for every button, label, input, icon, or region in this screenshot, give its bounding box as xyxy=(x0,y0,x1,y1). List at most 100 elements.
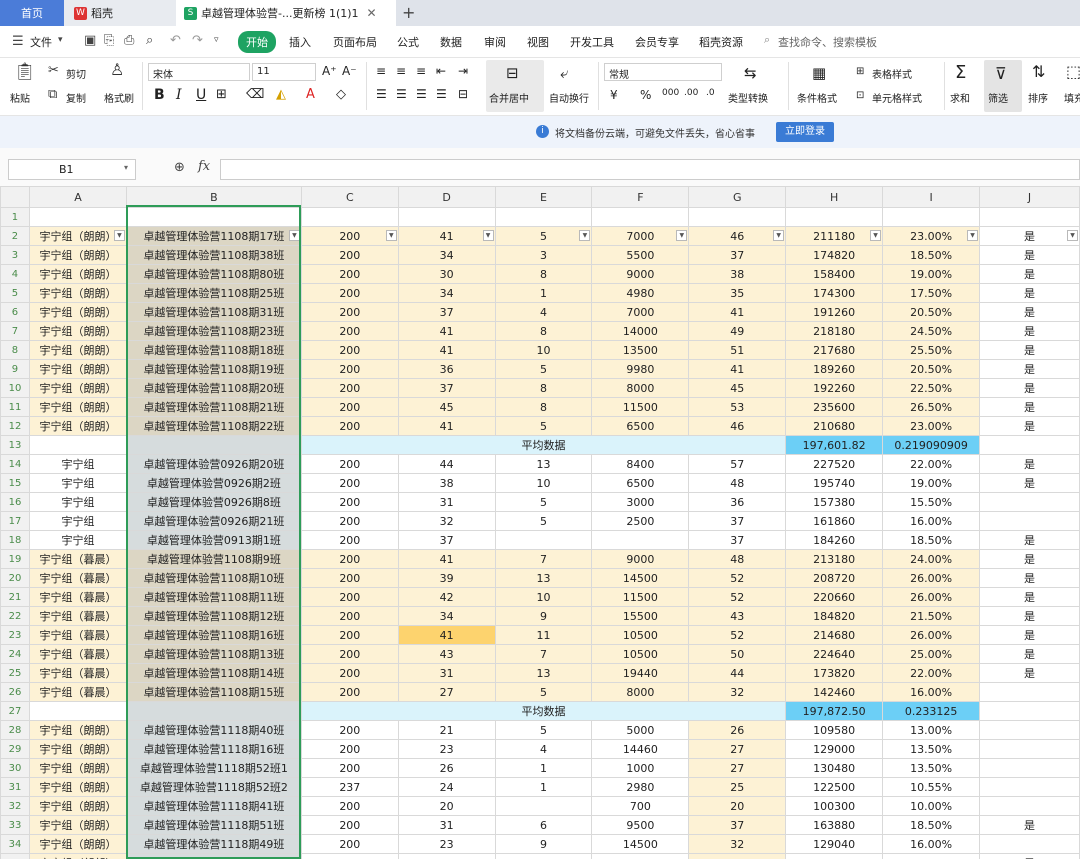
cell-H8[interactable]: 217680 xyxy=(785,340,884,360)
hamburger-menu-icon[interactable]: ☰ xyxy=(12,34,24,49)
cell-C20[interactable]: 200 xyxy=(300,568,399,588)
formula-input[interactable] xyxy=(220,159,1080,180)
distributed-icon[interactable]: ⊟ xyxy=(458,87,468,101)
cell-I4[interactable]: 19.00% xyxy=(882,264,981,284)
cell-A28[interactable]: 宇宁组（朗朗） xyxy=(28,720,127,740)
row-header[interactable]: 34 xyxy=(0,834,30,854)
cell-F24[interactable]: 10500 xyxy=(591,644,690,664)
paste-button[interactable]: 粘贴 xyxy=(10,90,30,105)
cell-I18[interactable]: 18.50% xyxy=(882,530,981,550)
menu-data[interactable]: 数据 xyxy=(440,34,462,50)
row-header[interactable]: 4 xyxy=(0,264,30,284)
increase-decimal-icon[interactable]: .00 xyxy=(684,88,698,98)
cell-A12[interactable]: 宇宁组（朗朗） xyxy=(28,416,127,436)
filter-dropdown-icon[interactable]: ▼ xyxy=(113,230,125,241)
cell-H19[interactable]: 213180 xyxy=(785,549,884,569)
row-header[interactable]: 28 xyxy=(0,720,30,740)
filter-dropdown-icon[interactable]: ▼ xyxy=(1067,230,1078,241)
cell-C29[interactable]: 200 xyxy=(300,739,399,759)
cell-F28[interactable]: 5000 xyxy=(591,720,690,740)
cell-B15[interactable]: 卓越管理体验营0926期2班 xyxy=(125,473,302,493)
cell-E3[interactable]: 3 xyxy=(494,245,593,265)
cell-F21[interactable]: 11500 xyxy=(591,587,690,607)
cell-H20[interactable]: 208720 xyxy=(785,568,884,588)
cell-D10[interactable]: 37 xyxy=(397,378,496,398)
copy-icon[interactable]: ⧉ xyxy=(48,88,57,101)
cell-J33[interactable]: 是 xyxy=(979,815,1080,835)
row-header[interactable]: 19 xyxy=(0,549,30,569)
cell-J35[interactable]: 是 xyxy=(979,853,1080,859)
cell-C17[interactable]: 200 xyxy=(300,511,399,531)
row-header[interactable]: 16 xyxy=(0,492,30,512)
cell-A29[interactable]: 宇宁组（朗朗） xyxy=(28,739,127,759)
cell-B33[interactable]: 卓越管理体验营1118期51班 xyxy=(125,815,302,835)
column-header-B[interactable]: B xyxy=(125,186,302,208)
cell-D35[interactable]: 25 xyxy=(397,853,496,859)
export-icon[interactable]: ⎘ xyxy=(104,33,114,48)
cell-H16[interactable]: 157380 xyxy=(785,492,884,512)
cell-F9[interactable]: 9980 xyxy=(591,359,690,379)
cell-G19[interactable]: 48 xyxy=(688,549,787,569)
cell-G28[interactable]: 26 xyxy=(688,720,787,740)
cell-E16[interactable]: 5 xyxy=(494,492,593,512)
cell-C16[interactable]: 200 xyxy=(300,492,399,512)
scissors-icon[interactable]: ✂ xyxy=(48,64,59,77)
cell-A18[interactable]: 宇宁组 xyxy=(28,530,127,550)
cell-A8[interactable]: 宇宁组（朗朗） xyxy=(28,340,127,360)
cell-B31[interactable]: 卓越管理体验营1118期52班2 xyxy=(125,777,302,797)
indent-increase-icon[interactable]: ⇥ xyxy=(458,64,468,78)
cell-I29[interactable]: 13.50% xyxy=(882,739,981,759)
close-icon[interactable]: ✕ xyxy=(367,6,377,20)
cell-H32[interactable]: 100300 xyxy=(785,796,884,816)
column-header-E[interactable]: E xyxy=(494,186,593,208)
cell-G33[interactable]: 37 xyxy=(688,815,787,835)
cell-F2[interactable]: 7000 ▼ xyxy=(591,226,690,246)
cell-J22[interactable]: 是 xyxy=(979,606,1080,626)
cell-H3[interactable]: 174820 xyxy=(785,245,884,265)
cell-C30[interactable]: 200 xyxy=(300,758,399,778)
cell-J19[interactable]: 是 xyxy=(979,549,1080,569)
number-format-select[interactable]: 常规 xyxy=(604,63,722,81)
cell-E14[interactable]: 13 xyxy=(494,454,593,474)
cell-B26[interactable]: 卓越管理体验营1108期15班 xyxy=(125,682,302,702)
new-tab-button[interactable]: + xyxy=(402,3,415,22)
format-painter-icon[interactable]: ♙ xyxy=(110,62,124,78)
row-header[interactable]: 11 xyxy=(0,397,30,417)
average-rate-cell[interactable]: 0.233125 xyxy=(882,701,981,721)
cell-F14[interactable]: 8400 xyxy=(591,454,690,474)
cell-D3[interactable]: 34 xyxy=(397,245,496,265)
cell-H6[interactable]: 191260 xyxy=(785,302,884,322)
cell-I10[interactable]: 22.50% xyxy=(882,378,981,398)
cell-G30[interactable]: 27 xyxy=(688,758,787,778)
cell-G17[interactable]: 37 xyxy=(688,511,787,531)
cell-F34[interactable]: 14500 xyxy=(591,834,690,854)
cell-B28[interactable]: 卓越管理体验营1118期40班 xyxy=(125,720,302,740)
cell-I35[interactable]: 20.50% xyxy=(882,853,981,859)
cell-E21[interactable]: 10 xyxy=(494,587,593,607)
filter-dropdown-icon[interactable]: ▼ xyxy=(773,230,785,241)
cell-J6[interactable]: 是 xyxy=(979,302,1080,322)
cell-I34[interactable]: 16.00% xyxy=(882,834,981,854)
cell-B17[interactable]: 卓越管理体验营0926期21班 xyxy=(125,511,302,531)
cell-I23[interactable]: 26.00% xyxy=(882,625,981,645)
cell[interactable] xyxy=(125,701,302,721)
row-header[interactable]: 6 xyxy=(0,302,30,322)
cell-B23[interactable]: 卓越管理体验营1108期16班 xyxy=(125,625,302,645)
row-header[interactable]: 10 xyxy=(0,378,30,398)
cell[interactable] xyxy=(979,701,1080,721)
cell-G8[interactable]: 51 xyxy=(688,340,787,360)
cell-C6[interactable]: 200 xyxy=(300,302,399,322)
cell-I11[interactable]: 26.50% xyxy=(882,397,981,417)
cell-I14[interactable]: 22.00% xyxy=(882,454,981,474)
cell-F26[interactable]: 8000 xyxy=(591,682,690,702)
cell-A16[interactable]: 宇宁组 xyxy=(28,492,127,512)
cell-E22[interactable]: 9 xyxy=(494,606,593,626)
row-header[interactable]: 24 xyxy=(0,644,30,664)
cell-B12[interactable]: 卓越管理体验营1108期22班 xyxy=(125,416,302,436)
cell-C7[interactable]: 200 xyxy=(300,321,399,341)
cell-D9[interactable]: 36 xyxy=(397,359,496,379)
cell-J17[interactable] xyxy=(979,511,1080,531)
cell-F30[interactable]: 1000 xyxy=(591,758,690,778)
cell-J8[interactable]: 是 xyxy=(979,340,1080,360)
cell-E26[interactable]: 5 xyxy=(494,682,593,702)
